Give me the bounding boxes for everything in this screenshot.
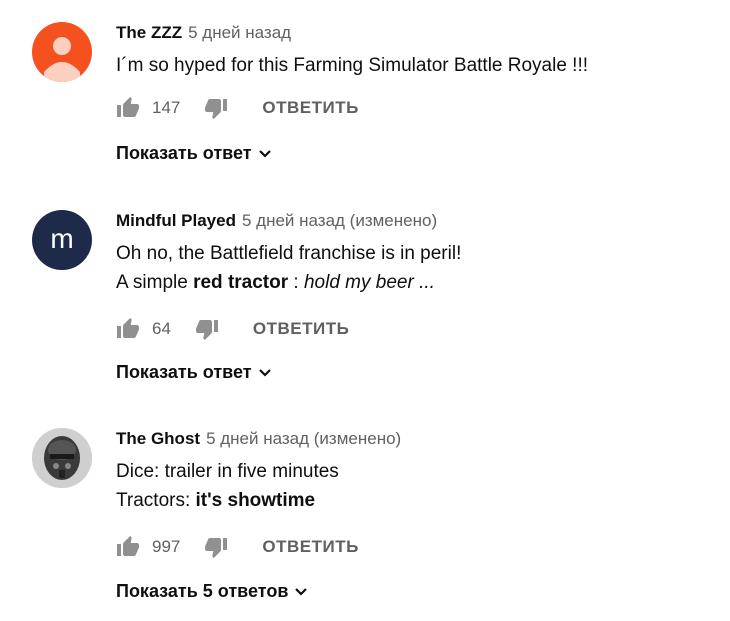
timestamp[interactable]: 5 дней назад (изменено) [206,429,401,448]
bold-text: it's showtime [195,490,316,511]
comment-text: I´m so hyped for this Farming Simulator … [116,51,730,80]
avatar[interactable] [32,428,92,488]
comment: The ZZZ 5 дней назад I´m so hyped for thi… [0,22,730,172]
ghost-helmet-icon [32,428,92,488]
thumbs-down-icon[interactable] [195,317,219,341]
avatar-letter: m [50,223,73,254]
comment: m Mindful Played 5 дней назад (изменено) … [0,210,730,360]
comment-body: Mindful Played 5 дней назад (изменено) Oh… [116,210,730,344]
text-part: A simple [116,272,194,293]
chevron-down-icon [295,587,308,596]
thumbs-up-icon[interactable] [116,535,140,559]
comment: The Ghost 5 дней назад (изменено) Dice: t… [0,428,730,578]
text-part: : [288,272,304,293]
avatar[interactable] [32,22,92,82]
comment-header: The Ghost 5 дней назад (изменено) [116,428,730,450]
show-replies-label: Показать 5 ответов [116,581,289,601]
comment-line: Oh no, the Battlefield franchise is in p… [116,243,462,264]
comment-body: The Ghost 5 дней назад (изменено) Dice: t… [116,428,730,562]
comment-header: Mindful Played 5 дней назад (изменено) [116,210,730,232]
reply-button[interactable]: ОТВЕТИТЬ [262,537,358,557]
comment-actions: 64 ОТВЕТИТЬ [116,314,730,344]
thumbs-up-icon[interactable] [116,96,140,120]
comment-actions: 997 ОТВЕТИТЬ [116,532,730,562]
bold-text: red tractor [193,272,289,293]
comment-text: Dice: trailer in five minutes Tractors: … [116,457,730,515]
comment-line: Tractors: it's showtime [116,486,730,515]
show-replies-button[interactable]: Показать ответ [116,362,272,383]
avatar-letter-icon: m [50,223,73,254]
comment-line: A simple red tractor : hold my beer ... [116,268,730,297]
reply-button[interactable]: ОТВЕТИТЬ [253,319,349,339]
comment-body: The ZZZ 5 дней назад I´m so hyped for thi… [116,22,730,123]
author-name[interactable]: The ZZZ [116,23,182,42]
italic-text: hold my beer ... [303,272,435,293]
comment-line: I´m so hyped for this Farming Simulator … [116,55,589,76]
text-part: Tractors: [116,490,196,511]
like-count: 147 [152,98,181,117]
show-replies-label: Показать ответ [116,143,252,163]
timestamp[interactable]: 5 дней назад (изменено) [242,211,437,230]
thumbs-down-icon[interactable] [204,96,228,120]
thumbs-down-icon[interactable] [204,535,228,559]
show-replies-label: Показать ответ [116,362,252,382]
chevron-down-icon [258,149,271,158]
chevron-down-icon [258,368,271,377]
author-name[interactable]: The Ghost [116,429,200,448]
like-count: 997 [152,537,181,556]
comment-header: The ZZZ 5 дней назад [116,22,730,44]
thumbs-up-icon[interactable] [116,317,140,341]
author-name[interactable]: Mindful Played [116,211,236,230]
default-user-icon [44,37,80,82]
comment-line: Dice: trailer in five minutes [116,461,339,482]
show-replies-button[interactable]: Показать ответ [116,143,272,164]
like-count: 64 [152,319,171,338]
avatar[interactable]: m [32,210,92,270]
comment-text: Oh no, the Battlefield franchise is in p… [116,239,730,297]
timestamp[interactable]: 5 дней назад [188,23,291,42]
comment-actions: 147 ОТВЕТИТЬ [116,93,730,123]
show-replies-button[interactable]: Показать 5 ответов [116,581,308,602]
reply-button[interactable]: ОТВЕТИТЬ [262,98,358,118]
